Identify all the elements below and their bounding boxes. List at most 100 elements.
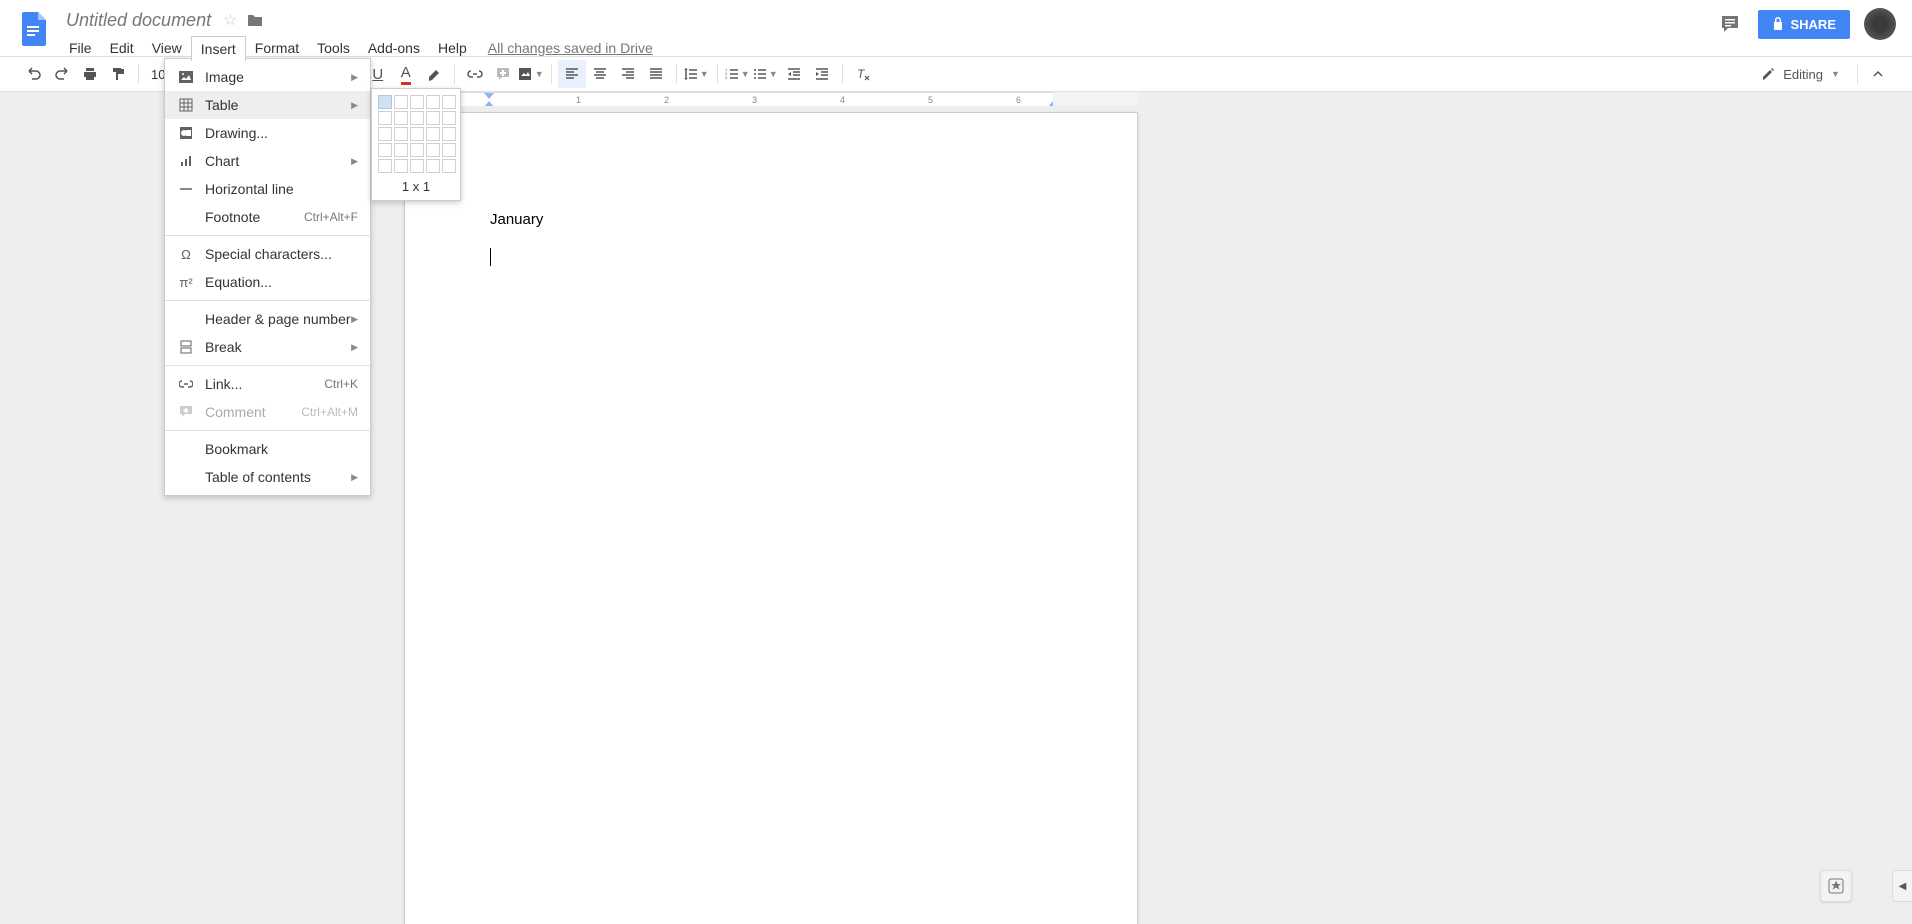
insert-menu-dropdown: Image ▶ Table ▶ Drawing... Chart ▶ Horiz… (164, 58, 371, 496)
menu-file[interactable]: File (60, 36, 101, 60)
table-grid-cell[interactable] (378, 95, 392, 109)
menu-item-table-of-contents[interactable]: Table of contents ▶ (165, 463, 370, 491)
document-page[interactable]: January (404, 112, 1138, 924)
table-grid-cell[interactable] (410, 159, 424, 173)
undo-button[interactable] (20, 60, 48, 88)
bulleted-list-button[interactable]: ▼ (752, 60, 780, 88)
explore-button[interactable] (1820, 870, 1852, 902)
menu-separator (165, 365, 370, 366)
menu-help[interactable]: Help (429, 36, 476, 60)
shortcut-text: Ctrl+Alt+F (304, 210, 358, 224)
redo-button[interactable] (48, 60, 76, 88)
pi-icon: π² (177, 273, 195, 291)
drawing-icon (177, 124, 195, 142)
print-button[interactable] (76, 60, 104, 88)
table-grid-cell[interactable] (410, 111, 424, 125)
share-button[interactable]: SHARE (1758, 10, 1850, 39)
align-right-button[interactable] (614, 60, 642, 88)
menu-item-drawing[interactable]: Drawing... (165, 119, 370, 147)
indent-marker-left-icon[interactable] (484, 93, 494, 99)
table-grid-cell[interactable] (378, 143, 392, 157)
align-center-button[interactable] (586, 60, 614, 88)
menu-item-chart[interactable]: Chart ▶ (165, 147, 370, 175)
svg-text:T: T (857, 67, 866, 81)
menu-item-image[interactable]: Image ▶ (165, 63, 370, 91)
table-grid-cell[interactable] (394, 159, 408, 173)
editing-mode-button[interactable]: Editing ▼ (1751, 67, 1851, 82)
menu-view[interactable]: View (143, 36, 191, 60)
menu-item-horizontal-line[interactable]: Horizontal line (165, 175, 370, 203)
user-avatar[interactable] (1864, 8, 1896, 40)
menu-separator (165, 300, 370, 301)
folder-icon[interactable] (247, 13, 263, 27)
omega-icon: Ω (177, 245, 195, 263)
table-grid-cell[interactable] (394, 95, 408, 109)
menu-tools[interactable]: Tools (308, 36, 359, 60)
menu-insert[interactable]: Insert (191, 36, 246, 61)
table-grid-cell[interactable] (410, 95, 424, 109)
menu-item-table[interactable]: Table ▶ (165, 91, 370, 119)
highlight-button[interactable] (420, 60, 448, 88)
menu-item-special-characters[interactable]: Ω Special characters... (165, 240, 370, 268)
chevron-up-icon (1872, 68, 1884, 80)
numbered-list-button[interactable]: 123▼ (724, 60, 752, 88)
comment-icon (177, 403, 195, 421)
table-grid-cell[interactable] (426, 95, 440, 109)
table-grid-cell[interactable] (394, 111, 408, 125)
collapse-toolbar-button[interactable] (1864, 60, 1892, 88)
menu-addons[interactable]: Add-ons (359, 36, 429, 60)
add-comment-button[interactable] (489, 60, 517, 88)
table-grid-cell[interactable] (394, 127, 408, 141)
table-grid-cell[interactable] (426, 127, 440, 141)
insert-image-button[interactable]: ▼ (517, 60, 545, 88)
table-grid[interactable] (378, 95, 454, 173)
table-grid-cell[interactable] (378, 127, 392, 141)
table-grid-cell[interactable] (410, 127, 424, 141)
menu-item-header-page-number[interactable]: Header & page number ▶ (165, 305, 370, 333)
share-label: SHARE (1790, 17, 1836, 32)
table-grid-cell[interactable] (442, 95, 456, 109)
table-grid-cell[interactable] (442, 143, 456, 157)
editing-label: Editing (1783, 67, 1823, 82)
table-grid-cell[interactable] (378, 159, 392, 173)
ruler-tick: 2 (664, 95, 669, 105)
align-left-button[interactable] (558, 60, 586, 88)
menu-edit[interactable]: Edit (101, 36, 143, 60)
document-title[interactable]: Untitled document (60, 10, 217, 31)
document-text-line[interactable]: January (490, 208, 1052, 232)
shortcut-text: Ctrl+Alt+M (301, 405, 358, 419)
paint-format-button[interactable] (104, 60, 132, 88)
break-icon (177, 338, 195, 356)
menu-item-bookmark[interactable]: Bookmark (165, 435, 370, 463)
table-grid-cell[interactable] (394, 143, 408, 157)
ruler-tick: 6 (1016, 95, 1021, 105)
side-panel-toggle[interactable]: ◀ (1892, 870, 1912, 902)
table-grid-cell[interactable] (426, 159, 440, 173)
chevron-right-icon: ▶ (351, 156, 358, 167)
table-grid-cell[interactable] (442, 159, 456, 173)
clear-formatting-button[interactable]: T (849, 60, 877, 88)
table-grid-cell[interactable] (378, 111, 392, 125)
table-grid-cell[interactable] (442, 111, 456, 125)
menu-format[interactable]: Format (246, 36, 308, 60)
ruler-tick: 5 (928, 95, 933, 105)
decrease-indent-button[interactable] (780, 60, 808, 88)
table-grid-cell[interactable] (426, 111, 440, 125)
align-justify-button[interactable] (642, 60, 670, 88)
menu-item-footnote[interactable]: Footnote Ctrl+Alt+F (165, 203, 370, 231)
lock-icon (1772, 17, 1784, 31)
table-grid-cell[interactable] (426, 143, 440, 157)
save-status[interactable]: All changes saved in Drive (488, 40, 653, 56)
link-button[interactable] (461, 60, 489, 88)
table-grid-cell[interactable] (442, 127, 456, 141)
menu-item-break[interactable]: Break ▶ (165, 333, 370, 361)
table-grid-cell[interactable] (410, 143, 424, 157)
star-icon[interactable]: ☆ (223, 10, 237, 30)
docs-logo[interactable] (16, 12, 52, 48)
comments-button[interactable] (1716, 10, 1744, 38)
line-spacing-button[interactable]: ▼ (683, 60, 711, 88)
increase-indent-button[interactable] (808, 60, 836, 88)
menu-item-equation[interactable]: π² Equation... (165, 268, 370, 296)
text-color-button[interactable]: A (392, 60, 420, 88)
menu-item-link[interactable]: Link... Ctrl+K (165, 370, 370, 398)
